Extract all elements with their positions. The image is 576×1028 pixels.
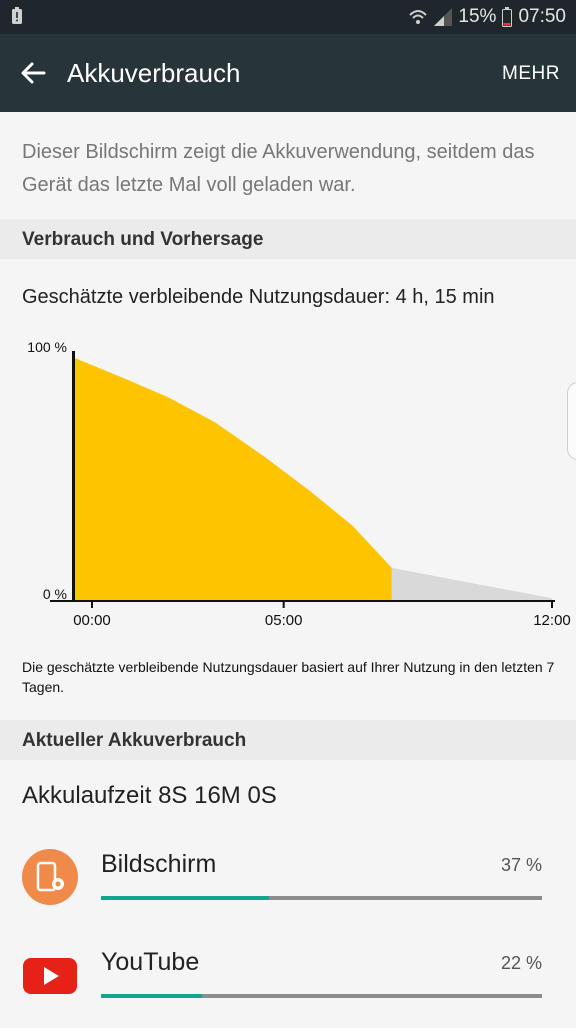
usage-bar-fill	[101, 896, 269, 900]
app-name: YouTube	[101, 948, 200, 976]
y-tick-label: 0 %	[43, 586, 67, 602]
more-button[interactable]: MEHR	[502, 63, 560, 85]
current-usage-section-title: Aktueller Akkuverbrauch	[22, 730, 247, 751]
prediction-note: Die geschätzte verbleibende Nutzungsdaue…	[22, 659, 555, 695]
scroll-handle[interactable]	[567, 382, 576, 460]
screen-settings-icon	[22, 849, 78, 905]
battery-usage-chart: 100 % 0 % 00:00 05:00 12:00	[27, 339, 571, 629]
usage-section-title: Verbrauch und Vorhersage	[22, 229, 264, 250]
app-name: Bildschirm	[101, 850, 217, 878]
battery-low-icon	[502, 7, 513, 27]
app-row-bildschirm[interactable]: Bildschirm 37 %	[0, 840, 576, 930]
usage-section-header: Verbrauch und Vorhersage	[0, 219, 576, 259]
x-tick-label: 12:00	[533, 612, 571, 629]
actual-usage-area	[74, 357, 392, 600]
alert-icon	[12, 7, 22, 24]
app-row-youtube[interactable]: YouTube 22 %	[0, 938, 576, 1028]
remaining-time-text: Geschätzte verbleibende Nutzungsdauer: 4…	[22, 286, 495, 308]
battery-percent: 15%	[458, 6, 497, 27]
battery-runtime: Akkulaufzeit 8S 16M 0S	[22, 782, 277, 809]
wifi-icon	[409, 10, 428, 24]
back-arrow-icon[interactable]	[18, 58, 48, 88]
page-title: Akkuverbrauch	[67, 58, 241, 88]
clock: 07:50	[518, 6, 566, 27]
usage-bar	[101, 896, 542, 900]
current-usage-section-header: Aktueller Akkuverbrauch	[0, 720, 576, 760]
usage-bar	[101, 994, 542, 998]
predicted-usage-area	[391, 567, 552, 600]
usage-bar-fill	[101, 994, 203, 998]
intro-text: Dieser Bildschirm zeigt die Akkuverwendu…	[22, 141, 535, 196]
youtube-icon	[23, 958, 77, 994]
y-tick-label: 100 %	[27, 339, 67, 355]
app-bar: Akkuverbrauch MEHR	[0, 34, 576, 112]
signal-icon	[434, 8, 453, 26]
app-percent: 22 %	[500, 953, 542, 973]
x-tick-label: 00:00	[73, 612, 111, 629]
x-tick-label: 05:00	[265, 612, 303, 629]
status-bar: 15% 07:50	[0, 0, 576, 34]
app-percent: 37 %	[500, 855, 542, 875]
